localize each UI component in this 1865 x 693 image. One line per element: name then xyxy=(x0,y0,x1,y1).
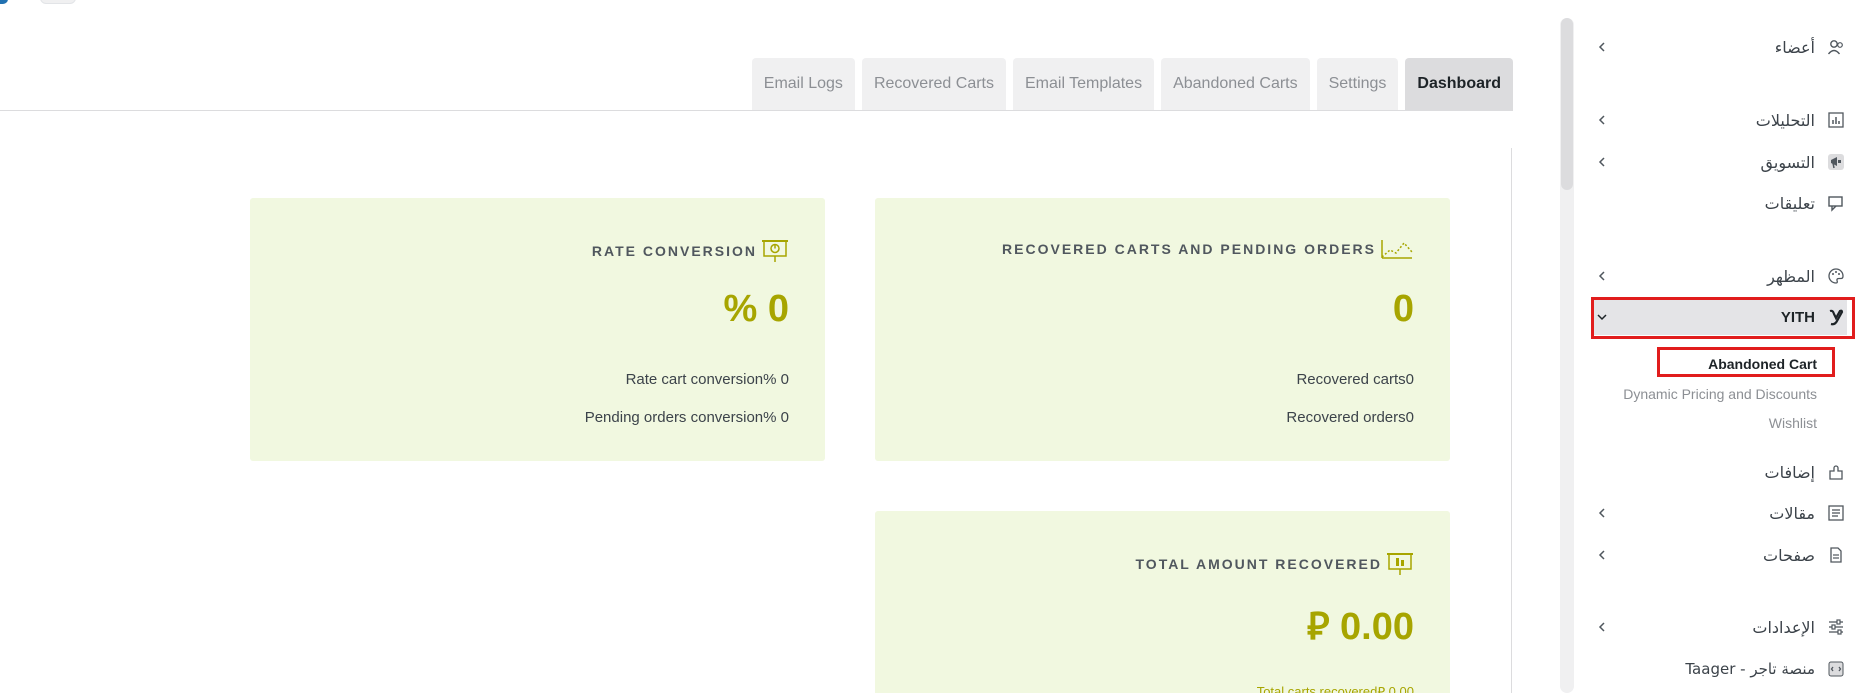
highlight-abandoned-cart xyxy=(1657,347,1835,377)
cart-conversion-line: Rate cart conversion% 0 xyxy=(625,371,789,388)
palette-icon xyxy=(1825,265,1847,287)
notification-dot xyxy=(0,0,8,4)
tab-email-templates[interactable]: Email Templates xyxy=(1012,58,1155,110)
sidebar-item-label: Taager - منصة تاجر xyxy=(1685,660,1815,678)
chevron-left-icon[interactable] xyxy=(1592,152,1612,172)
sidebar-item-settings[interactable]: الإعدادات xyxy=(1592,609,1847,645)
tab-dashboard[interactable]: Dashboard xyxy=(1405,58,1513,110)
chevron-left-icon[interactable] xyxy=(1592,503,1612,523)
toolbar-chip[interactable] xyxy=(40,0,76,4)
submenu-wishlist[interactable]: Wishlist xyxy=(1769,415,1817,431)
tab-abandoned-carts[interactable]: Abandoned Carts xyxy=(1161,58,1310,110)
tab-email-logs[interactable]: Email Logs xyxy=(751,58,855,110)
chevron-left-icon[interactable] xyxy=(1592,545,1612,565)
taager-icon xyxy=(1825,658,1847,680)
sidebar-item-label: المظهر xyxy=(1767,266,1815,286)
settings-icon xyxy=(1825,616,1847,638)
posts-icon xyxy=(1825,502,1847,524)
sidebar-item-plugins[interactable]: إضافات xyxy=(1592,454,1847,490)
comments-icon xyxy=(1825,192,1847,214)
total-amount-value: 0.00 xyxy=(1340,606,1414,648)
tab-recovered-carts[interactable]: Recovered Carts xyxy=(861,58,1006,110)
sidebar-item-taager[interactable]: Taager - منصة تاجر xyxy=(1592,651,1847,687)
total-amount-card: TOTAL AMOUNT RECOVERED ⃁ 0.00 Total cart… xyxy=(875,511,1450,693)
pending-conversion-line: Pending orders conversion% 0 xyxy=(584,409,789,426)
tab-bar: Dashboard Settings Abandoned Carts Email… xyxy=(751,58,1513,110)
sidebar-item-label: تعليقات xyxy=(1764,193,1815,213)
analytics-icon xyxy=(1825,109,1847,131)
recovered-carts-card: RECOVERED CARTS AND PENDING ORDERS 0 Rec… xyxy=(875,198,1450,461)
sidebar-item-label: إضافات xyxy=(1764,462,1816,482)
highlight-yith xyxy=(1591,297,1855,339)
chevron-left-icon[interactable] xyxy=(1592,110,1612,130)
tabs-divider xyxy=(0,110,1513,111)
recovered-carts-value: 0 xyxy=(1392,288,1414,330)
sidebar-item-comments[interactable]: تعليقات xyxy=(1592,185,1847,221)
sidebar-item-analytics[interactable]: التحليلات xyxy=(1592,102,1847,138)
rate-conversion-card-title: RATE CONVERSION xyxy=(592,238,789,264)
total-amount-title-text: TOTAL AMOUNT RECOVERED xyxy=(1135,556,1382,572)
chevron-left-icon[interactable] xyxy=(1592,617,1612,637)
sidebar-item-appearance[interactable]: المظهر xyxy=(1592,258,1847,294)
sidebar-scroll-thumb[interactable] xyxy=(1561,18,1573,190)
sidebar-item-label: مقالات xyxy=(1769,503,1815,523)
chevron-left-icon[interactable] xyxy=(1592,266,1612,286)
sidebar-item-members[interactable]: أعضاء xyxy=(1592,29,1847,65)
sidebar-item-label: أعضاء xyxy=(1774,37,1815,57)
pages-icon xyxy=(1825,544,1847,566)
recovered-orders-line: Recovered orders0 xyxy=(1286,409,1414,426)
users-icon xyxy=(1825,36,1847,58)
content-divider xyxy=(1511,148,1512,693)
currency-symbol: ⃁ xyxy=(1306,606,1330,648)
rate-conversion-title-text: RATE CONVERSION xyxy=(591,243,757,259)
tab-settings[interactable]: Settings xyxy=(1316,58,1399,110)
recovered-carts-card-title: RECOVERED CARTS AND PENDING ORDERS xyxy=(1002,238,1414,260)
rate-conversion-card: RATE CONVERSION % 0 Rate cart conversion… xyxy=(250,198,825,461)
recovered-carts-line: Recovered carts0 xyxy=(1296,371,1414,388)
megaphone-icon xyxy=(1825,151,1847,173)
chevron-left-icon[interactable] xyxy=(1592,37,1612,57)
submenu-dynamic-pricing[interactable]: Dynamic Pricing and Discounts xyxy=(1623,386,1817,402)
sidebar-item-posts[interactable]: مقالات xyxy=(1592,495,1847,531)
sidebar-item-label: صفحات xyxy=(1763,545,1815,565)
bar-board-icon xyxy=(1386,551,1414,577)
total-amount-value-wrap: ⃁ 0.00 xyxy=(1307,601,1414,650)
sidebar-item-marketing[interactable]: التسويق xyxy=(1592,144,1847,180)
sidebar-item-label: الإعدادات xyxy=(1752,617,1815,637)
sidebar-item-label: التحليلات xyxy=(1755,110,1815,130)
sidebar-item-pages[interactable]: صفحات xyxy=(1592,537,1847,573)
rate-conversion-value: % 0 xyxy=(723,288,789,330)
app-root: Dashboard Settings Abandoned Carts Email… xyxy=(0,0,1865,693)
plugins-icon xyxy=(1825,461,1847,483)
line-chart-icon xyxy=(1380,238,1414,260)
pie-board-icon xyxy=(761,238,789,264)
sidebar-item-label: التسويق xyxy=(1760,152,1815,172)
recovered-carts-title-text: RECOVERED CARTS AND PENDING ORDERS xyxy=(1002,241,1376,257)
total-carts-recovered-line: Total carts recovered⃁ 0.00 xyxy=(1256,684,1414,693)
total-amount-card-title: TOTAL AMOUNT RECOVERED xyxy=(1136,551,1415,577)
